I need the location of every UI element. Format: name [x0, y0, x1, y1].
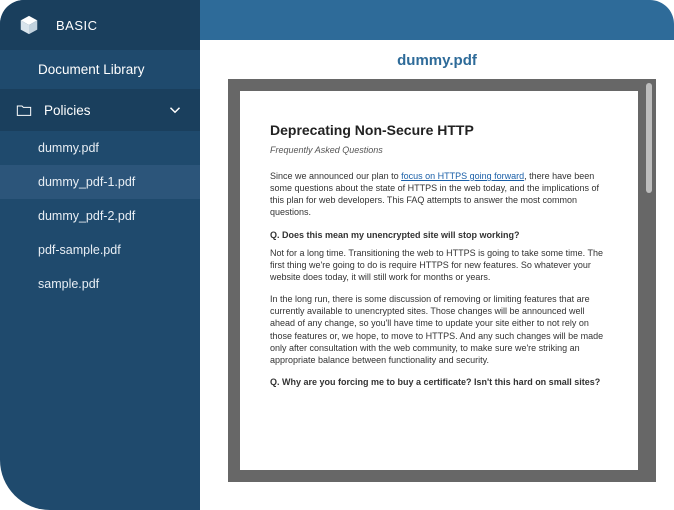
file-item[interactable]: dummy_pdf-2.pdf — [0, 199, 200, 233]
brand-title: BASIC — [56, 18, 98, 33]
page-a1a: Not for a long time. Transitioning the w… — [270, 247, 608, 283]
nav-folder-policies[interactable]: Policies — [0, 89, 200, 131]
file-item[interactable]: dummy.pdf — [0, 131, 200, 165]
file-item[interactable]: dummy_pdf-1.pdf — [0, 165, 200, 199]
page-q1: Q. Does this mean my unencrypted site wi… — [270, 229, 608, 241]
page-q2: Q. Why are you forcing me to buy a certi… — [270, 376, 608, 388]
scrollbar[interactable] — [646, 83, 652, 478]
chevron-down-icon — [166, 101, 184, 119]
cube-icon — [18, 14, 40, 36]
folder-icon — [16, 103, 32, 117]
page-heading: Deprecating Non-Secure HTTP — [270, 121, 608, 140]
page-subheading: Frequently Asked Questions — [270, 144, 608, 156]
pdf-viewer[interactable]: Deprecating Non-Secure HTTP Frequently A… — [228, 79, 656, 482]
nav-document-library[interactable]: Document Library — [0, 50, 200, 89]
file-item[interactable]: pdf-sample.pdf — [0, 233, 200, 267]
file-item[interactable]: sample.pdf — [0, 267, 200, 301]
nav-label: Document Library — [38, 62, 145, 77]
viewer-wrap: Deprecating Non-Secure HTTP Frequently A… — [200, 79, 674, 510]
scroll-thumb[interactable] — [646, 83, 652, 193]
page-a1b: In the long run, there is some discussio… — [270, 293, 608, 366]
app-window: BASIC Document Library Policies dummy.pd… — [0, 0, 674, 510]
file-list: dummy.pdfdummy_pdf-1.pdfdummy_pdf-2.pdfp… — [0, 131, 200, 301]
folder-label: Policies — [44, 103, 91, 118]
pdf-page: Deprecating Non-Secure HTTP Frequently A… — [240, 91, 638, 470]
document-title: dummy.pdf — [200, 40, 674, 79]
main-pane: dummy.pdf Deprecating Non-Secure HTTP Fr… — [200, 0, 674, 510]
intro-link[interactable]: focus on HTTPS going forward — [401, 171, 524, 181]
brand-header: BASIC — [0, 0, 200, 50]
page-intro: Since we announced our plan to focus on … — [270, 170, 608, 219]
top-band — [200, 0, 674, 40]
sidebar: BASIC Document Library Policies dummy.pd… — [0, 0, 200, 510]
